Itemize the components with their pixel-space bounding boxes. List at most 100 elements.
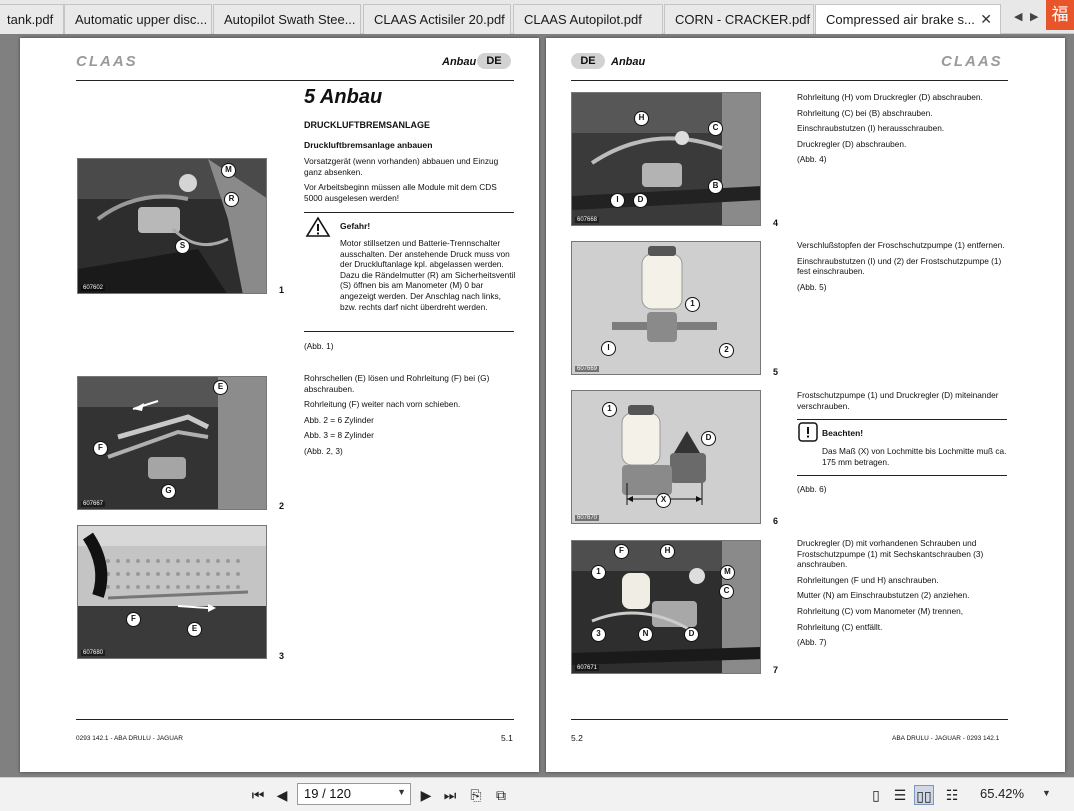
paragraph: Rohrleitung (C) vom Manometer (M) trenne… [797, 605, 963, 616]
figure-code: 607671 [575, 665, 600, 671]
header-rule [76, 80, 514, 81]
paragraph: Mutter (N) am Einschraubstutzen (2) anzi… [797, 590, 970, 601]
paragraph: (Abb. 4) [797, 154, 827, 165]
block-4-text: Druckregler (D) mit vorhandenen Schraube… [797, 538, 1007, 653]
footer-rule [571, 719, 1008, 720]
figure-image [78, 526, 266, 658]
tab-label: Compressed air brake s... [826, 12, 975, 27]
callout-i: I [610, 193, 625, 208]
figure-number: 4 [773, 218, 779, 228]
tab-compressed-air-brake[interactable]: Compressed air brake s... ✕ [815, 4, 1001, 35]
exclamation-note-icon [798, 422, 818, 442]
callout-m: M [221, 163, 236, 178]
language-badge: DE [477, 53, 511, 69]
tab-scroll-left-icon[interactable]: ◀ [1014, 10, 1022, 23]
callout-n: N [638, 627, 653, 642]
language-badge: DE [571, 53, 605, 69]
callout-s: S [175, 239, 190, 254]
paragraph: Rohrleitungen (F und H) anschrauben. [797, 574, 939, 585]
previous-view-icon[interactable]: ⎘ [466, 785, 486, 805]
callout-d: D [684, 627, 699, 642]
figure-number: 5 [773, 367, 779, 377]
figure-code: 607602 [81, 285, 106, 291]
tab-scroll-right-icon[interactable]: ▶ [1030, 10, 1038, 23]
header-title: Anbau [442, 56, 477, 68]
document-viewer[interactable]: CLAAS Anbau DE 5 Anbau DRUCKLUFTBREMSANL… [0, 34, 1074, 777]
warning-bottom-rule [304, 331, 514, 332]
tab-corn-cracker[interactable]: CORN - CRACKER.pdf [664, 4, 814, 34]
zoom-level[interactable]: 65.42% [980, 786, 1024, 801]
callout-h: H [634, 111, 649, 126]
tab-label: CLAAS Autopilot.pdf [524, 12, 642, 27]
first-page-icon[interactable]: ⏮ [248, 785, 268, 805]
tab-bar: tank.pdf Automatic upper disc... Autopil… [0, 0, 1074, 35]
header-rule [571, 80, 1008, 81]
previous-page-icon[interactable]: ◀ [272, 785, 292, 805]
figure-image [572, 93, 760, 225]
paragraph: Abb. 2 = 6 Zylinder [304, 414, 374, 425]
claas-logo: CLAAS [76, 53, 138, 70]
paragraph: (Abb. 5) [797, 281, 827, 292]
tab-automatic-upper-disc[interactable]: Automatic upper disc... [64, 4, 212, 34]
paragraph: Druckregler (D) abschrauben. [797, 138, 907, 149]
tab-label: CORN - CRACKER.pdf [675, 12, 811, 27]
callout-e: E [213, 380, 228, 395]
zoom-dropdown-icon[interactable]: ▼ [1042, 788, 1051, 798]
tab-claas-autopilot[interactable]: CLAAS Autopilot.pdf [513, 4, 663, 34]
next-view-icon[interactable]: ⧉ [491, 785, 511, 805]
paragraph: (Abb. 2, 3) [304, 445, 343, 456]
note-title: Beachten! [822, 428, 864, 438]
facing-pages-icon[interactable]: ▯▯ [914, 785, 934, 805]
tab-label: Autopilot Swath Stee... [224, 12, 356, 27]
figure-number: 1 [279, 285, 285, 295]
callout-c: C [719, 584, 734, 599]
tab-label: CLAAS Actisiler 20.pdf [374, 12, 505, 27]
tab-autopilot-swath[interactable]: Autopilot Swath Stee... [213, 4, 361, 34]
figure-code: 607670 [575, 515, 600, 521]
navigation-toolbar: ⏮ ◀ 19 / 120 ▼ ▶ ⏭ ⎘ ⧉ ▯ ☰ ▯▯ ☷ 65.42% ▼ [0, 777, 1074, 811]
callout-f: F [614, 544, 629, 559]
figure-3-photo: 607680 F E [77, 525, 267, 659]
tab-label: tank.pdf [7, 12, 54, 27]
paragraph: Einschraubstutzen (I) herausschrauben. [797, 123, 945, 134]
steps-text: Rohrschellen (E) lösen und Rohrleitung (… [304, 373, 516, 462]
callout-d: D [633, 193, 648, 208]
callout-3: 3 [591, 627, 606, 642]
page-left: CLAAS Anbau DE 5 Anbau DRUCKLUFTBREMSANL… [20, 38, 539, 772]
paragraph: Rohrleitung (F) weiter nach vorn schiebe… [304, 399, 461, 410]
continuous-facing-icon[interactable]: ☷ [942, 785, 962, 805]
tab-label: Automatic upper disc... [75, 12, 208, 27]
tab-tank[interactable]: tank.pdf [0, 4, 64, 34]
callout-f: F [93, 441, 108, 456]
callout-m: M [720, 565, 735, 580]
warning-triangle-icon [305, 216, 331, 237]
callout-2: 2 [719, 343, 734, 358]
callout-r: R [224, 192, 239, 207]
chevron-down-icon[interactable]: ▼ [397, 787, 406, 797]
figure-number: 7 [773, 665, 779, 675]
paragraph: Vorsatzgerät (wenn vorhanden) abbauen un… [304, 156, 499, 177]
page-number-input[interactable]: 19 / 120 ▼ [297, 783, 411, 805]
app-logo-icon[interactable]: 福 [1046, 0, 1074, 30]
figure-image [78, 159, 266, 293]
footer-text: 0293 142.1 - ABA DRULU - JAGUAR [76, 735, 183, 742]
last-page-icon[interactable]: ⏭ [440, 785, 460, 805]
section-title: DRUCKLUFTBREMSANLAGE [304, 120, 430, 130]
figure-image [572, 242, 760, 374]
warning-title: Gefahr! [340, 221, 371, 231]
close-tab-icon[interactable]: ✕ [980, 11, 992, 28]
next-page-icon[interactable]: ▶ [416, 785, 436, 805]
paragraph: Rohrleitung (H) vom Druckregler (D) absc… [797, 92, 983, 102]
callout-e: E [187, 622, 202, 637]
note-top-rule [797, 419, 1007, 420]
paragraph: (Abb. 7) [797, 637, 827, 648]
figure-code: 607668 [575, 217, 600, 223]
tab-claas-actisiler[interactable]: CLAAS Actisiler 20.pdf [363, 4, 511, 34]
continuous-page-icon[interactable]: ☰ [890, 785, 910, 805]
intro-text: Vorsatzgerät (wenn vorhanden) abbauen un… [304, 156, 516, 208]
callout-f: F [126, 612, 141, 627]
footer-rule [76, 719, 514, 720]
page-number: 5.1 [501, 733, 513, 743]
single-page-icon[interactable]: ▯ [866, 785, 886, 805]
subsection-title: Druckluftbremsanlage anbauen [304, 140, 433, 150]
